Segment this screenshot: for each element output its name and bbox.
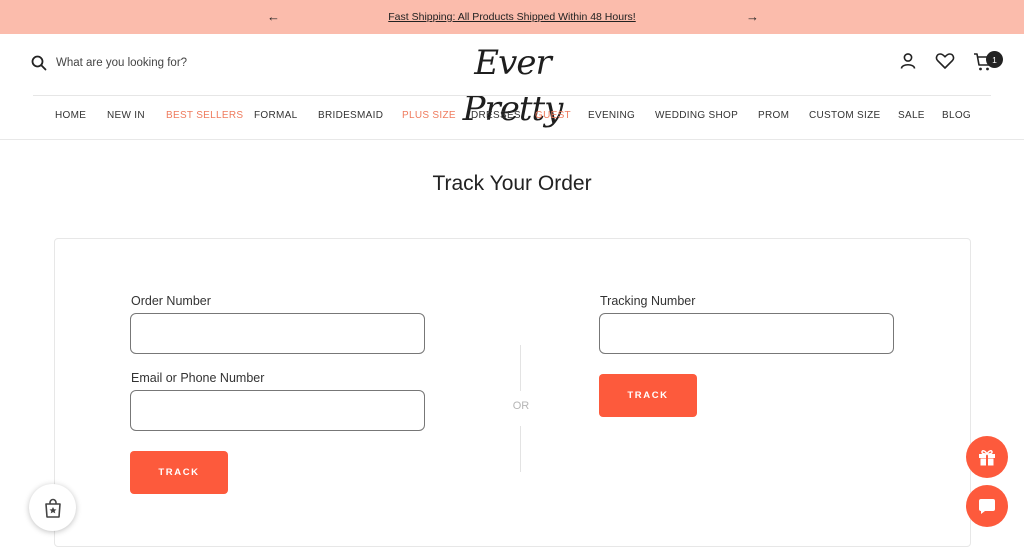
nav-item-blog[interactable]: BLOG (942, 110, 971, 121)
site-header: Ever Pretty 1 (0, 34, 1024, 129)
arrow-left-icon[interactable]: ← (267, 9, 280, 25)
order-number-input[interactable] (130, 313, 425, 354)
tracking-number-label: Tracking Number (600, 294, 696, 308)
page-title: Track Your Order (432, 172, 592, 195)
user-icon[interactable] (899, 52, 917, 70)
search-bar[interactable] (31, 55, 226, 71)
logo[interactable]: Ever Pretty (425, 40, 600, 129)
or-divider-top (520, 345, 521, 391)
nav-item-custom-size[interactable]: CUSTOM SIZE (809, 110, 880, 121)
announcement-link[interactable]: Fast Shipping: All Products Shipped With… (388, 11, 635, 23)
shopping-bag-star-icon (44, 498, 61, 518)
nav-item-best-sellers[interactable]: BEST SELLERS (166, 110, 243, 121)
gift-button[interactable] (966, 436, 1008, 478)
heart-icon[interactable] (935, 52, 955, 70)
nav-item-formal[interactable]: FORMAL (254, 110, 297, 121)
or-divider-bottom (520, 426, 521, 472)
nav-item-new-in[interactable]: NEW IN (107, 110, 145, 121)
nav-item-guest[interactable]: GUEST (535, 110, 571, 121)
order-number-label: Order Number (131, 294, 211, 308)
chat-button[interactable] (966, 485, 1008, 527)
track-order-button[interactable]: TRACK (130, 451, 228, 494)
or-label: OR (512, 400, 530, 412)
header-divider (33, 95, 991, 96)
main-nav: HOME NEW IN BEST SELLERS FORMAL BRIDESMA… (0, 110, 1024, 126)
search-input[interactable] (56, 57, 226, 69)
chat-icon (979, 499, 995, 514)
email-phone-label: Email or Phone Number (131, 371, 265, 385)
nav-item-bridesmaid[interactable]: BRIDESMAID (318, 110, 383, 121)
cart-count-badge: 1 (986, 51, 1003, 68)
nav-item-dresses[interactable]: DRESSES (471, 110, 521, 121)
arrow-right-icon[interactable]: → (746, 9, 759, 25)
gift-icon (979, 450, 995, 466)
email-phone-input[interactable] (130, 390, 425, 431)
rewards-button[interactable] (29, 484, 76, 531)
nav-item-sale[interactable]: SALE (898, 110, 925, 121)
track-tracking-button[interactable]: TRACK (599, 374, 697, 417)
nav-item-prom[interactable]: PROM (758, 110, 789, 121)
announcement-bar: ← Fast Shipping: All Products Shipped Wi… (0, 0, 1024, 34)
nav-divider (0, 139, 1024, 140)
search-icon[interactable] (31, 55, 47, 71)
nav-item-home[interactable]: HOME (55, 110, 86, 121)
nav-item-plus-size[interactable]: PLUS SIZE (402, 110, 456, 121)
nav-item-wedding-shop[interactable]: WEDDING SHOP (655, 110, 738, 121)
nav-item-evening[interactable]: EVENING (588, 110, 635, 121)
tracking-number-input[interactable] (599, 313, 894, 354)
